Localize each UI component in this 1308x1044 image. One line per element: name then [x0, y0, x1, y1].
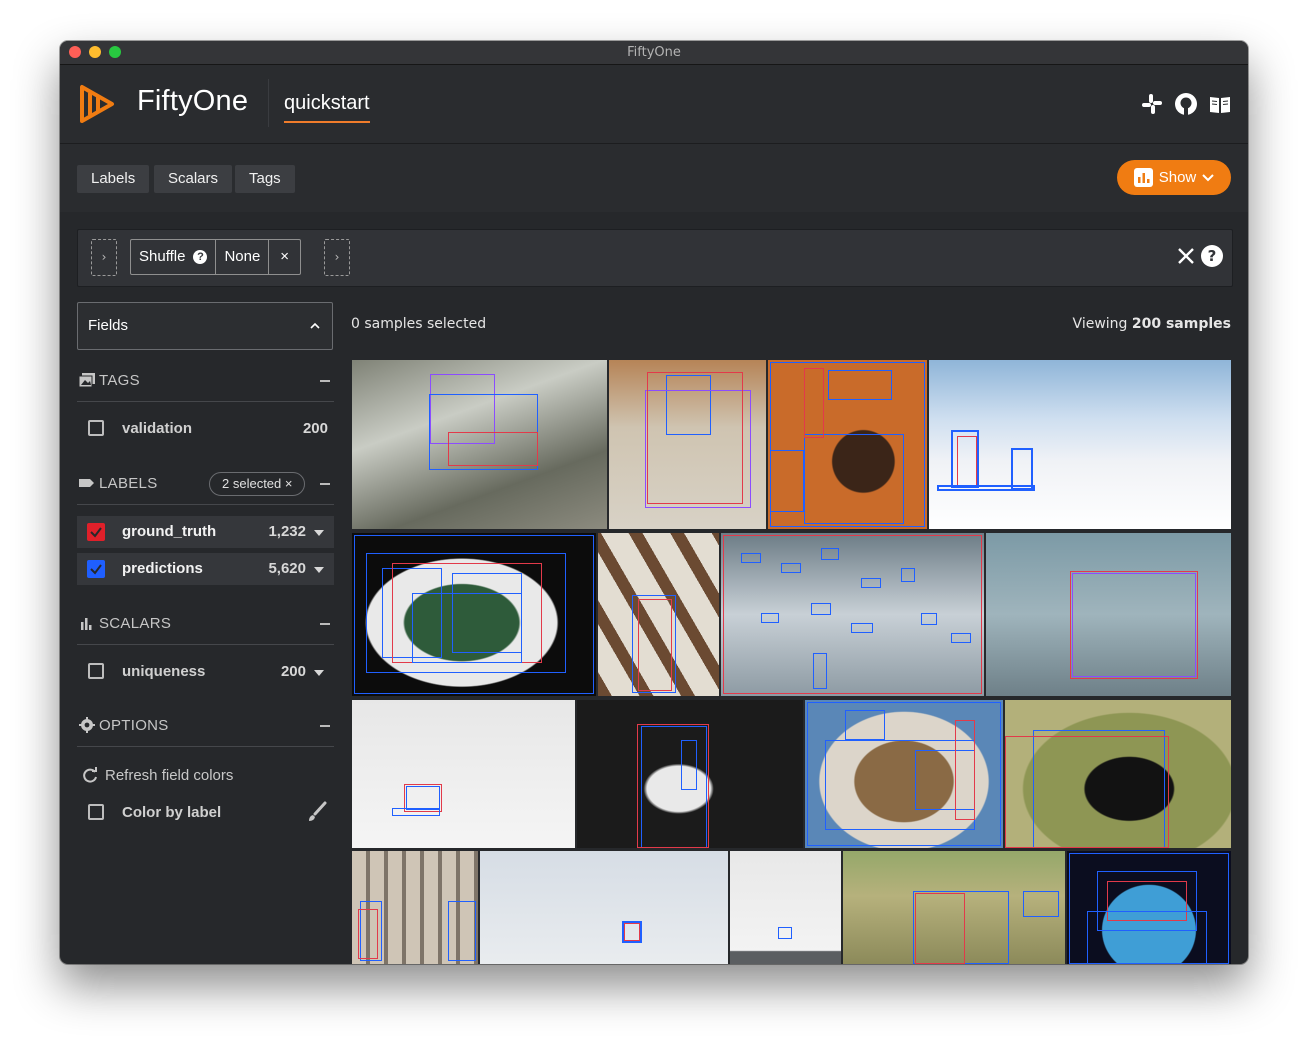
github-icon[interactable]	[1174, 92, 1198, 116]
sample-tile[interactable]	[598, 533, 719, 696]
sample-tile[interactable]	[929, 360, 1231, 529]
header-divider	[268, 79, 269, 127]
show-plots-button[interactable]: Show	[1117, 160, 1231, 195]
app-window: FiftyOne FiftyOne quickstart Labels Scal…	[60, 41, 1248, 964]
brand-name[interactable]: FiftyOne	[137, 85, 248, 118]
fields-dropdown[interactable]: Fields	[77, 302, 333, 350]
label-row-ground-truth[interactable]: ground_truth 1,232	[77, 516, 334, 548]
sample-tile[interactable]	[577, 700, 803, 848]
stage-help-icon[interactable]: ?	[193, 250, 208, 264]
tab-labels[interactable]: Labels	[77, 165, 150, 193]
image-tag-icon	[79, 373, 95, 387]
sample-tile[interactable]	[768, 360, 927, 529]
stage-value[interactable]: None	[215, 240, 268, 274]
tab-tags[interactable]: Tags	[235, 165, 295, 193]
gear-icon	[79, 717, 95, 733]
collapse-labels-icon[interactable]	[320, 483, 330, 485]
collapse-scalars-icon[interactable]	[320, 623, 330, 625]
validation-checkbox[interactable]	[88, 420, 104, 436]
refresh-icon	[83, 767, 97, 783]
view-help-icon[interactable]: ?	[1201, 245, 1223, 267]
predictions-checkbox[interactable]	[87, 560, 105, 578]
sample-tile[interactable]	[721, 533, 984, 696]
bar-chart-icon	[1133, 168, 1153, 187]
scalar-row-uniqueness[interactable]: uniqueness 200	[77, 656, 334, 688]
fields-label: Fields	[88, 317, 129, 334]
paintbrush-icon[interactable]	[306, 801, 328, 823]
viewing-count-text: Viewing 200 samples	[1072, 316, 1231, 332]
sample-grid	[350, 358, 1231, 964]
show-label: Show	[1158, 169, 1197, 186]
color-by-label-checkbox[interactable]	[88, 804, 104, 820]
sample-tile[interactable]	[730, 851, 841, 964]
sample-tile[interactable]	[609, 360, 766, 529]
collapse-options-icon[interactable]	[320, 725, 330, 727]
color-by-label-row[interactable]: Color by label	[77, 797, 334, 829]
label-row-predictions[interactable]: predictions 5,620	[77, 553, 334, 585]
labels-selected-pill[interactable]: 2 selected ×	[209, 472, 306, 496]
sample-tile[interactable]	[352, 851, 478, 964]
collapse-tags-icon[interactable]	[320, 380, 330, 382]
add-stage-before-button[interactable]: ›	[91, 239, 117, 276]
tab-scalars[interactable]: Scalars	[154, 165, 233, 193]
sample-tile[interactable]	[1005, 700, 1231, 848]
sample-tile[interactable]	[805, 700, 1003, 848]
tags-section-header[interactable]: TAGS	[77, 361, 334, 402]
add-stage-after-button[interactable]: ›	[324, 239, 350, 276]
tag-row-validation[interactable]: validation 200	[77, 413, 334, 445]
labels-section-header[interactable]: LABELS 2 selected ×	[77, 464, 334, 505]
refresh-field-colors-link[interactable]: Refresh field colors	[81, 766, 233, 784]
sample-tile[interactable]	[1067, 851, 1231, 964]
slack-icon[interactable]	[1140, 92, 1164, 116]
title-bar: FiftyOne	[60, 41, 1248, 65]
view-bar: › Shuffle ? None × › ?	[77, 229, 1233, 287]
fiftyone-logo-icon[interactable]	[76, 81, 120, 127]
toolbar: Labels Scalars Tags Show	[60, 144, 1248, 212]
app-header: FiftyOne quickstart	[60, 65, 1248, 144]
sample-tile[interactable]	[352, 700, 575, 848]
scalars-section-header[interactable]: SCALARS	[77, 604, 334, 645]
stage-name[interactable]: Shuffle ?	[131, 240, 215, 274]
sample-tile[interactable]	[480, 851, 728, 964]
fields-sidebar: Fields TAGS validation 200 LABELS 2 sele…	[77, 302, 334, 962]
uniqueness-checkbox[interactable]	[88, 663, 104, 679]
view-stage-shuffle[interactable]: Shuffle ? None ×	[130, 239, 302, 275]
clear-view-icon[interactable]	[1176, 246, 1196, 266]
chevron-down-icon	[1202, 173, 1214, 181]
dataset-selector[interactable]: quickstart	[284, 92, 370, 123]
expand-uniqueness-icon[interactable]	[314, 670, 324, 676]
sample-tile[interactable]	[843, 851, 1065, 964]
bar-chart-icon	[81, 618, 92, 630]
samples-selected-text: 0 samples selected	[351, 316, 487, 332]
sample-tile[interactable]	[352, 533, 596, 696]
chevron-up-icon	[310, 322, 320, 329]
options-section-header[interactable]: OPTIONS	[77, 706, 334, 747]
ground-truth-checkbox[interactable]	[87, 523, 105, 541]
remove-stage-button[interactable]: ×	[268, 240, 300, 274]
expand-ground-truth-icon[interactable]	[314, 530, 324, 536]
sample-tile[interactable]	[986, 533, 1231, 696]
window-title: FiftyOne	[627, 45, 681, 60]
docs-book-icon[interactable]	[1208, 92, 1232, 116]
label-tag-icon	[79, 479, 94, 487]
expand-predictions-icon[interactable]	[314, 567, 324, 573]
sample-tile[interactable]	[352, 360, 607, 529]
